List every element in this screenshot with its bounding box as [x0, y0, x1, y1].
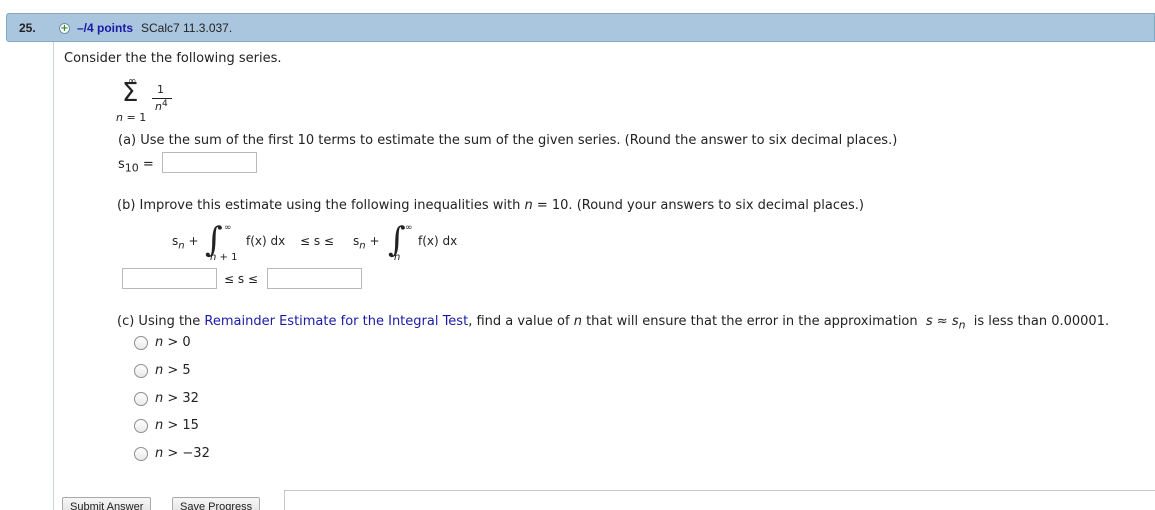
remainder-estimate-link[interactable]: Remainder Estimate for the Integral Test — [204, 314, 468, 329]
option-label: n > 5 — [155, 363, 191, 378]
part-c-prompt-mid: , find a value of — [468, 314, 570, 329]
problem-id: SCalc7 11.3.037. — [141, 21, 233, 35]
sigma-lower-limit: n = 1 — [116, 111, 147, 124]
part-c-var: n — [573, 314, 582, 329]
save-progress-button[interactable]: Save Progress — [172, 497, 261, 510]
option-label: n > 15 — [155, 418, 199, 433]
sn-term-right: sn + — [353, 234, 380, 251]
upper-bound-input[interactable] — [267, 268, 362, 289]
question-number: 25. — [19, 21, 36, 35]
integrand-right: f(x) dx — [418, 234, 458, 248]
sn-subscript: n — [178, 240, 185, 252]
sn-term-left: sn + — [172, 234, 199, 251]
radio-button[interactable] — [134, 336, 148, 350]
part-b-prompt-end: = 10. (Round your answers to six decimal… — [536, 198, 864, 213]
s-symbol: s — [118, 157, 125, 172]
part-c-prompt-end: is less than 0.00001. — [973, 314, 1110, 329]
points-link[interactable]: –/4 points — [77, 21, 133, 35]
plus-sign: + — [188, 234, 199, 248]
part-b-prompt: (b) Improve this estimate using the foll… — [117, 198, 864, 213]
notes-panel — [284, 490, 1155, 510]
question-header: 25. + –/4 points SCalc7 11.3.037. — [6, 13, 1155, 42]
radio-button[interactable] — [134, 392, 148, 406]
approximation-expr: s ≈ sn — [925, 314, 966, 332]
plus-sign-right: + — [369, 234, 380, 248]
radio-button[interactable] — [134, 419, 148, 433]
integral-left-upper: ∞ — [224, 223, 232, 233]
expand-plus-icon[interactable]: + — [59, 23, 70, 34]
part-c-prompt-start: (c) Using the — [117, 314, 201, 329]
fraction-numerator: 1 — [157, 83, 164, 96]
s-subscript: 10 — [124, 161, 139, 175]
sigma-upper-limit: ∞ — [128, 76, 137, 87]
fraction-denominator: n4 — [155, 99, 168, 113]
denominator-base: n — [155, 100, 162, 113]
inequality-middle: ≤ s ≤ — [300, 234, 334, 248]
part-c-prompt-after: that will ensure that the error in the a… — [586, 314, 918, 329]
radio-button[interactable] — [134, 447, 148, 461]
option-label: n > 0 — [155, 335, 191, 350]
integral-right-upper: ∞ — [405, 223, 413, 233]
approx-subscript: n — [958, 318, 966, 332]
sn-subscript-right: n — [359, 240, 366, 252]
part-a-prompt: (a) Use the sum of the first 10 terms to… — [118, 133, 898, 148]
radio-button[interactable] — [134, 364, 148, 378]
part-b-prompt-start: (b) Improve this estimate using the foll… — [117, 198, 521, 213]
approx-symbol: s ≈ s — [925, 314, 959, 329]
denominator-exponent: 4 — [161, 99, 168, 109]
between-inequality: ≤ s ≤ — [224, 272, 258, 286]
integrand-left: f(x) dx — [246, 234, 286, 248]
part-c-prompt: (c) Using the Remainder Estimate for the… — [117, 314, 1109, 332]
s10-answer-input[interactable] — [162, 152, 257, 173]
option-label: n > −32 — [155, 446, 210, 461]
integral-left-lower: n + 1 — [210, 252, 238, 263]
part-b-var: n — [524, 198, 533, 213]
lower-bound-input[interactable] — [122, 268, 217, 289]
integral-right-lower: n — [394, 252, 401, 263]
content-left-border — [53, 42, 54, 510]
equals-sign: = — [142, 157, 154, 172]
intro-text: Consider the the following series. — [64, 51, 282, 66]
submit-answer-button[interactable]: Submit Answer — [62, 497, 152, 510]
s10-label: s10 = — [118, 157, 154, 175]
option-label: n > 32 — [155, 391, 199, 406]
